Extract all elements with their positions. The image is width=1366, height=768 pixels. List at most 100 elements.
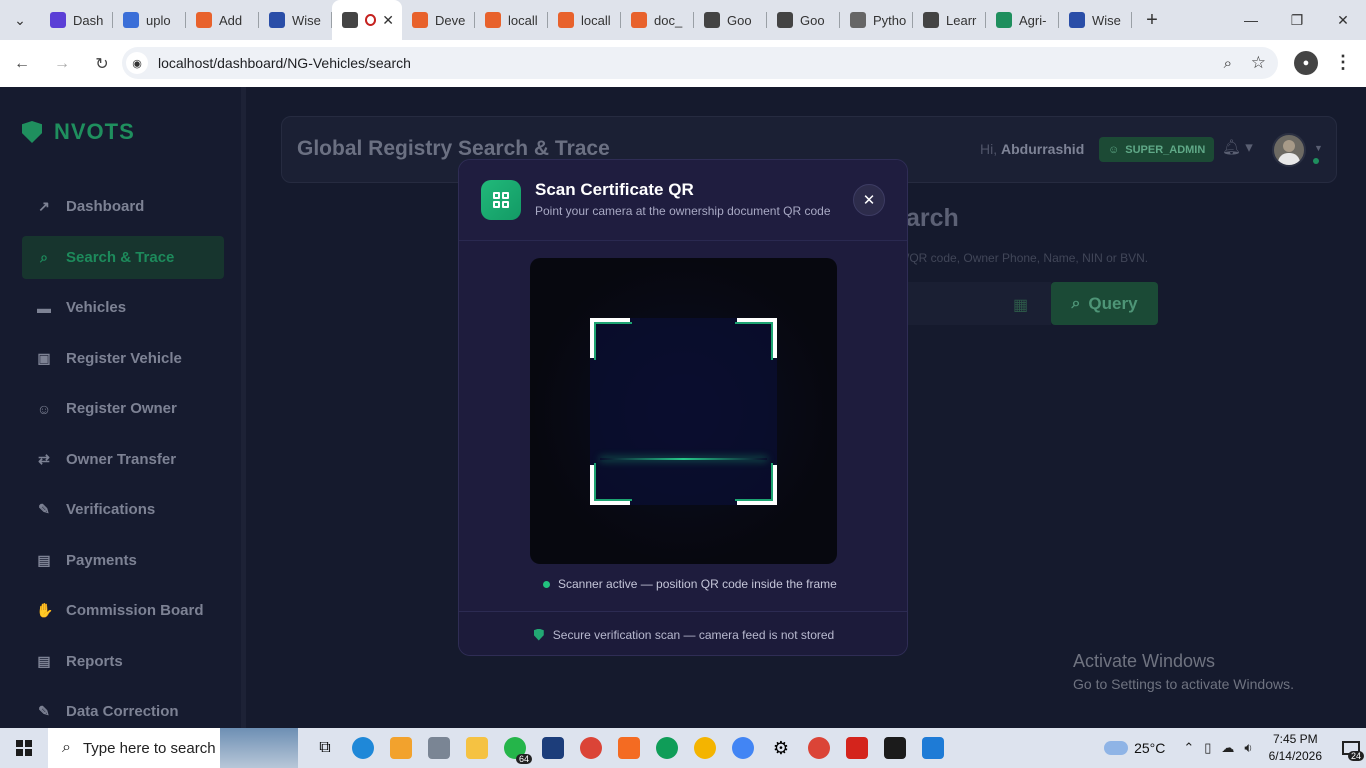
browser-menu-icon[interactable]: ⋮ [1334,52,1352,73]
device-icon[interactable]: ▯ [1204,740,1211,756]
start-button[interactable] [0,728,48,768]
brand-name: NVOTS [54,119,135,144]
browser-tab[interactable]: locall [475,0,548,40]
window-close-button[interactable]: ✕ [1320,0,1366,40]
user-plus-icon: ☺ [36,400,52,417]
sidebar-item-owner-transfer[interactable]: ⇄ Owner Transfer [22,438,224,481]
tab-favicon-icon [558,12,574,28]
browser-tab[interactable]: Agri- [986,0,1059,40]
qr-scan-modal: Scan Certificate QR Point your camera at… [458,159,908,656]
sidebar-item-payments[interactable]: ▤ Payments [22,539,224,582]
tab-label: Goo [800,12,825,28]
browser-tab[interactable]: doc_ [621,0,694,40]
sidebar-item-register-vehicle[interactable]: ▣ Register Vehicle [22,337,224,380]
file-explorer-icon[interactable] [458,728,496,768]
volume-icon[interactable]: 🔉︎ [1244,740,1252,756]
sidebar-item-label: Commission Board [66,602,204,619]
chrome-icon[interactable] [648,728,686,768]
network-icon[interactable]: ☁ [1221,740,1234,756]
sidebar-menu: ↗ Dashboard ⌕ Search & Trace ▬ Vehicles ▣ Regis… [22,185,224,728]
browser-tab[interactable]: ✕ [332,0,402,40]
minimize-button[interactable]: — [1228,0,1274,40]
browser-tab[interactable]: Goo [767,0,840,40]
chrome-icon[interactable] [572,728,610,768]
pdf-reader-icon[interactable] [838,728,876,768]
task-view-icon[interactable]: ⧉ [306,728,344,768]
profile-avatar[interactable]: ● [1294,51,1318,75]
chrome-icon[interactable] [800,728,838,768]
notification-bell-icon[interactable]: 🔔︎ ▾ [1222,138,1253,156]
brand-logo[interactable]: NVOTS [22,119,135,145]
browser-tab[interactable]: Wise [259,0,332,40]
tab-label: Wise [1092,12,1121,28]
browser-tab[interactable]: Learr [913,0,986,40]
vscode-icon[interactable] [914,728,952,768]
browser-tab[interactable]: Deve [402,0,475,40]
terminal-icon[interactable] [876,728,914,768]
restore-button[interactable]: ❐ [1274,0,1320,40]
browser-tab[interactable]: Pytho [840,0,913,40]
file-check-icon: ✎ [38,501,50,517]
user-avatar[interactable] [1272,133,1306,167]
taskbar-clock[interactable]: 7:45 PM 6/14/2026 [1269,731,1322,765]
frame-corner [590,463,632,505]
edit-file-icon: ✎ [38,703,50,719]
sidebar-item-label: Payments [66,551,137,569]
chrome-icon[interactable] [686,728,724,768]
query-button[interactable]: ⌕ Query [1051,282,1158,325]
sidebar-item-vehicles[interactable]: ▬ Vehicles [22,286,224,329]
qr-scan-icon[interactable]: ▦ [1013,295,1028,315]
browser-tab[interactable]: locall [548,0,621,40]
sidebar-item-dashboard[interactable]: ↗ Dashboard [22,185,224,228]
edge-icon[interactable] [344,728,382,768]
xampp-icon[interactable] [610,728,648,768]
browser-tab[interactable]: uplo [113,0,186,40]
role-badge: ☺ SUPER_ADMIN [1099,137,1215,162]
sidebar-item-commission-board[interactable]: ✋ Commission Board [22,589,224,632]
tab-label: uplo [146,12,171,28]
modal-header: Scan Certificate QR Point your camera at… [459,160,907,241]
new-tab-button[interactable]: + [1132,0,1172,40]
reload-button[interactable]: ↻ [84,46,120,82]
camera-permission-icon[interactable]: ◉ [126,52,148,74]
car-front-icon: ▣ [37,349,51,366]
camera-icon[interactable] [420,728,458,768]
whatsapp-icon[interactable]: 64 [496,728,534,768]
close-icon[interactable]: ✕ [853,184,885,216]
chrome-icon[interactable] [724,728,762,768]
browser-tab[interactable]: Goo [694,0,767,40]
sidebar-item-verifications[interactable]: ✎ Verifications [22,488,224,531]
address-bar[interactable]: ◉ localhost/dashboard/NG-Vehicles/search… [122,47,1278,79]
chevron-down-icon[interactable]: ▼ [1314,143,1323,153]
settings-gear-icon[interactable]: ⚙ [762,728,800,768]
zoom-icon[interactable]: ⌕ [1224,55,1232,72]
tab-label: Dash [73,12,104,28]
back-button[interactable]: ← [4,46,40,82]
tab-label: Pytho [873,12,907,28]
sidebar-item-data-correction[interactable]: ✎ Data Correction [22,690,224,728]
url-text: localhost/dashboard/NG-Vehicles/search [158,55,411,71]
weather-widget[interactable]: 25°C [1104,740,1165,756]
sidebar-item-label: Vehicles [66,299,127,316]
tab-close-icon[interactable]: ✕ [382,12,394,29]
tab-favicon-icon [850,12,866,28]
sidebar-item-search-trace[interactable]: ⌕ Search & Trace [22,235,224,279]
browser-tab[interactable]: Wise [1059,0,1132,40]
tab-favicon-icon [269,12,285,28]
user-name: Abdurrashid [1001,141,1085,157]
sidebar-item-register-owner[interactable]: ☺ Register Owner [22,387,224,430]
taskbar-search[interactable]: ⌕ Type here to search [48,728,298,768]
receipt-icon: ▤ [37,551,51,568]
browser-tab[interactable]: Add [186,0,259,40]
store-icon[interactable] [382,728,420,768]
browser-tab[interactable]: Dash [40,0,113,40]
chevron-up-icon[interactable]: ⌃ [1183,740,1194,756]
sidebar-item-reports[interactable]: ▤ Reports [22,640,224,683]
search-hint: /QR code, Owner Phone, Name, NIN or BVN. [906,251,1149,265]
tab-search-button[interactable]: ⌄ [0,0,40,40]
notification-center-icon[interactable]: 24 [1336,728,1366,768]
cloud-icon [1104,741,1129,755]
app-icon[interactable] [534,728,572,768]
forward-button[interactable]: → [44,46,80,82]
bookmark-star-icon[interactable]: ☆ [1251,53,1266,73]
